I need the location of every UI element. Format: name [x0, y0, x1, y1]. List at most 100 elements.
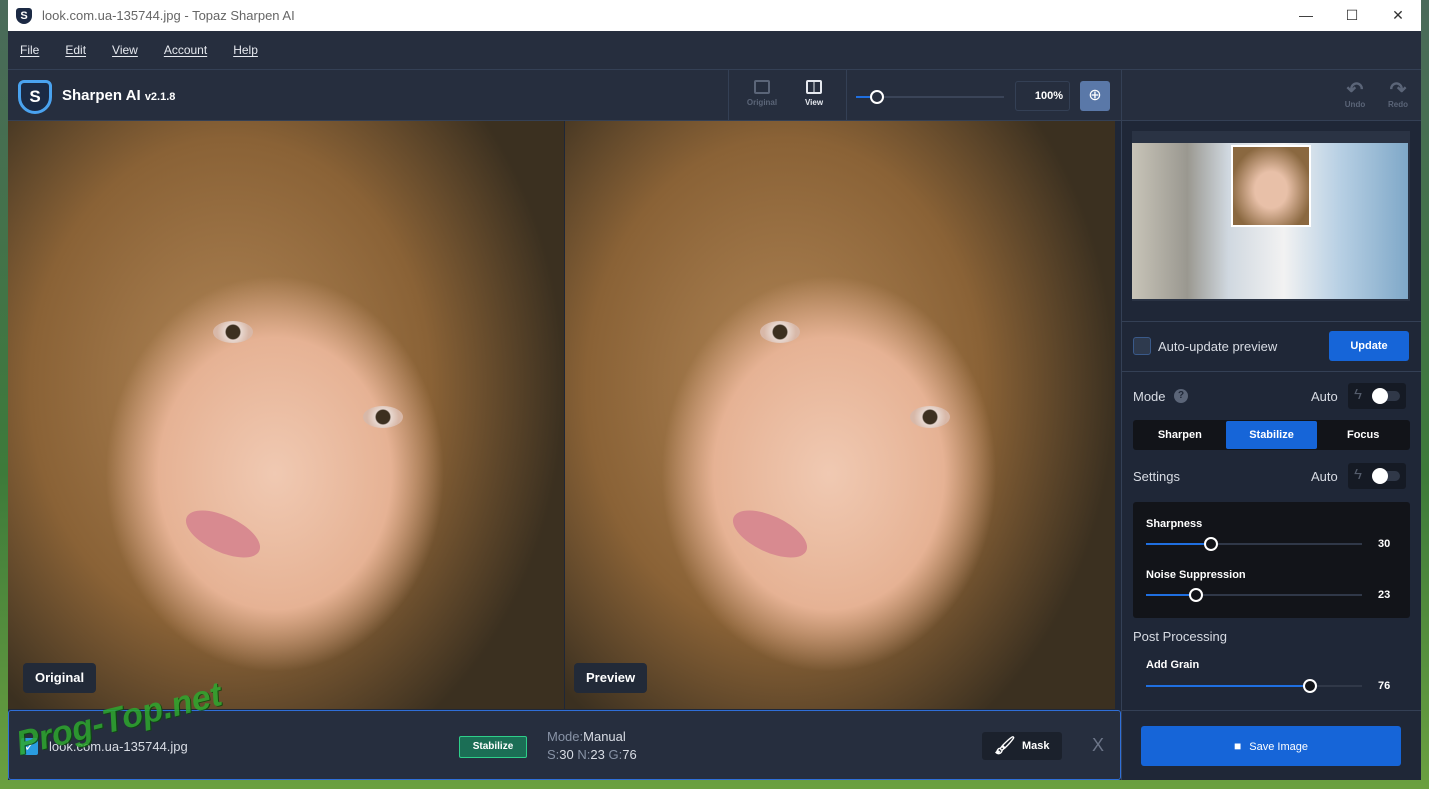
save-image-button[interactable]: ■ Save Image — [1141, 726, 1401, 766]
close-window-button[interactable]: ✕ — [1375, 0, 1421, 31]
menu-file[interactable]: File — [20, 43, 39, 57]
n-key: N: — [577, 747, 591, 762]
mask-label: Mask — [1022, 740, 1050, 752]
noise-suppression-slider[interactable] — [1146, 588, 1362, 602]
undo-button[interactable]: ↶ Undo — [1335, 80, 1375, 109]
mask-button[interactable]: 🖌 Mask — [982, 732, 1062, 760]
mode-badge: Stabilize — [459, 736, 527, 758]
file-checkbox[interactable]: ✓ — [21, 738, 38, 755]
s-value: 30 — [559, 747, 574, 762]
sharpness-slider-handle[interactable] — [1203, 537, 1218, 551]
navigator — [1132, 131, 1410, 301]
settings-auto-toggle[interactable]: ϟ — [1348, 463, 1406, 489]
menu-edit[interactable]: Edit — [65, 43, 86, 57]
sharpness-label: Sharpness — [1146, 518, 1203, 530]
settings-summary: S:30 N:23 G:76 — [547, 747, 637, 762]
divider — [1121, 70, 1122, 121]
original-label-badge: Original — [23, 663, 97, 693]
divider — [1122, 321, 1421, 322]
mode-selector: Sharpen Stabilize Focus — [1133, 420, 1410, 450]
menu-help[interactable]: Help — [233, 43, 258, 57]
settings-auto-label: Auto — [1311, 469, 1338, 484]
file-name[interactable]: look.com.ua-135744.jpg — [49, 739, 188, 754]
original-image[interactable]: Original — [8, 121, 564, 709]
g-key: G: — [608, 747, 623, 762]
noise-suppression-label: Noise Suppression — [1146, 569, 1246, 581]
add-grain-label: Add Grain — [1146, 659, 1200, 671]
grain-group: Add Grain 76 — [1133, 651, 1410, 701]
lightning-icon: ϟ — [1354, 466, 1362, 483]
redo-label: Redo — [1388, 100, 1408, 109]
original-view-button[interactable]: Original — [740, 80, 784, 107]
sharpen-logo-icon: S — [18, 80, 52, 114]
save-icon: ■ — [1234, 739, 1242, 753]
zoom-input[interactable]: 100% — [1015, 81, 1070, 111]
help-icon[interactable]: ? — [1174, 389, 1188, 403]
app-name: Sharpen AI v2.1.8 — [62, 87, 175, 104]
zoom-slider[interactable] — [856, 90, 1004, 104]
n-value: 23 — [590, 747, 605, 762]
maximize-button[interactable]: ☐ — [1329, 0, 1375, 31]
divider — [1122, 710, 1421, 711]
post-processing-label: Post Processing — [1133, 629, 1227, 644]
lightning-icon: ϟ — [1354, 386, 1362, 403]
view-label: View — [804, 98, 824, 107]
mode-value: Manual — [583, 729, 626, 744]
undo-icon: ↶ — [1346, 79, 1364, 101]
minimize-button[interactable]: — — [1283, 0, 1329, 31]
mode-auto-toggle[interactable]: ϟ — [1348, 383, 1406, 409]
menu-bar: File Edit View Account Help — [8, 31, 1421, 70]
title-bar: S look.com.ua-135744.jpg - Topaz Sharpen… — [8, 0, 1421, 31]
brush-icon: 🖌 — [994, 736, 1016, 755]
redo-icon: ↷ — [1389, 79, 1407, 101]
auto-update-label: Auto-update preview — [1158, 339, 1278, 354]
preview-label-badge: Preview — [574, 663, 648, 693]
app-icon: S — [16, 7, 32, 24]
mode-focus[interactable]: Focus — [1317, 421, 1409, 449]
mode-key: Mode: — [547, 729, 584, 744]
toolbar: S Sharpen AI v2.1.8 Original View 100% ⊕… — [8, 70, 1421, 121]
sharpness-slider[interactable] — [1146, 537, 1362, 551]
split-view-icon — [806, 80, 822, 94]
mode-info: Mode:Manual — [547, 729, 626, 744]
preview-image[interactable]: Preview — [565, 121, 1115, 709]
mode-stabilize[interactable]: Stabilize — [1225, 421, 1318, 449]
redo-button[interactable]: ↷ Redo — [1378, 80, 1418, 109]
file-list-bar: ✓ look.com.ua-135744.jpg Stabilize Mode:… — [8, 710, 1121, 780]
zoom-slider-handle[interactable] — [870, 90, 884, 104]
divider — [728, 70, 729, 121]
add-grain-slider-handle[interactable] — [1303, 679, 1318, 693]
app-title: Sharpen AI — [62, 87, 141, 104]
settings-panel: Auto-update preview Update Mode ? Auto ϟ… — [1121, 121, 1421, 780]
mode-sharpen[interactable]: Sharpen — [1134, 421, 1226, 449]
add-grain-value: 76 — [1378, 680, 1391, 692]
noise-suppression-value: 23 — [1378, 589, 1391, 601]
app-version: v2.1.8 — [144, 91, 176, 103]
auto-update-checkbox[interactable] — [1133, 337, 1151, 355]
app-window: S look.com.ua-135744.jpg - Topaz Sharpen… — [8, 0, 1421, 780]
settings-box: Sharpness 30 Noise Suppression 23 — [1133, 502, 1410, 618]
menu-account[interactable]: Account — [164, 43, 207, 57]
image-icon — [754, 80, 770, 94]
divider — [1122, 371, 1421, 372]
menu-view[interactable]: View — [112, 43, 138, 57]
mode-label: Mode — [1133, 389, 1166, 404]
add-grain-slider[interactable] — [1146, 679, 1362, 693]
navigator-viewport[interactable] — [1231, 145, 1311, 227]
view-mode-button[interactable]: View — [792, 80, 836, 107]
update-button[interactable]: Update — [1329, 331, 1409, 361]
g-value: 76 — [622, 747, 637, 762]
mode-auto-label: Auto — [1311, 389, 1338, 404]
divider — [846, 70, 847, 121]
original-label: Original — [746, 98, 778, 107]
zoom-in-icon: ⊕ — [1088, 87, 1102, 104]
sharpness-value: 30 — [1378, 538, 1391, 550]
s-key: S: — [547, 747, 560, 762]
zoom-in-button[interactable]: ⊕ — [1080, 81, 1110, 111]
remove-file-button[interactable]: X — [1092, 735, 1104, 756]
window-title: look.com.ua-135744.jpg - Topaz Sharpen A… — [42, 8, 295, 23]
noise-suppression-slider-handle[interactable] — [1188, 588, 1203, 602]
undo-label: Undo — [1344, 100, 1366, 109]
settings-label: Settings — [1133, 469, 1180, 484]
save-image-label: Save Image — [1249, 741, 1308, 753]
